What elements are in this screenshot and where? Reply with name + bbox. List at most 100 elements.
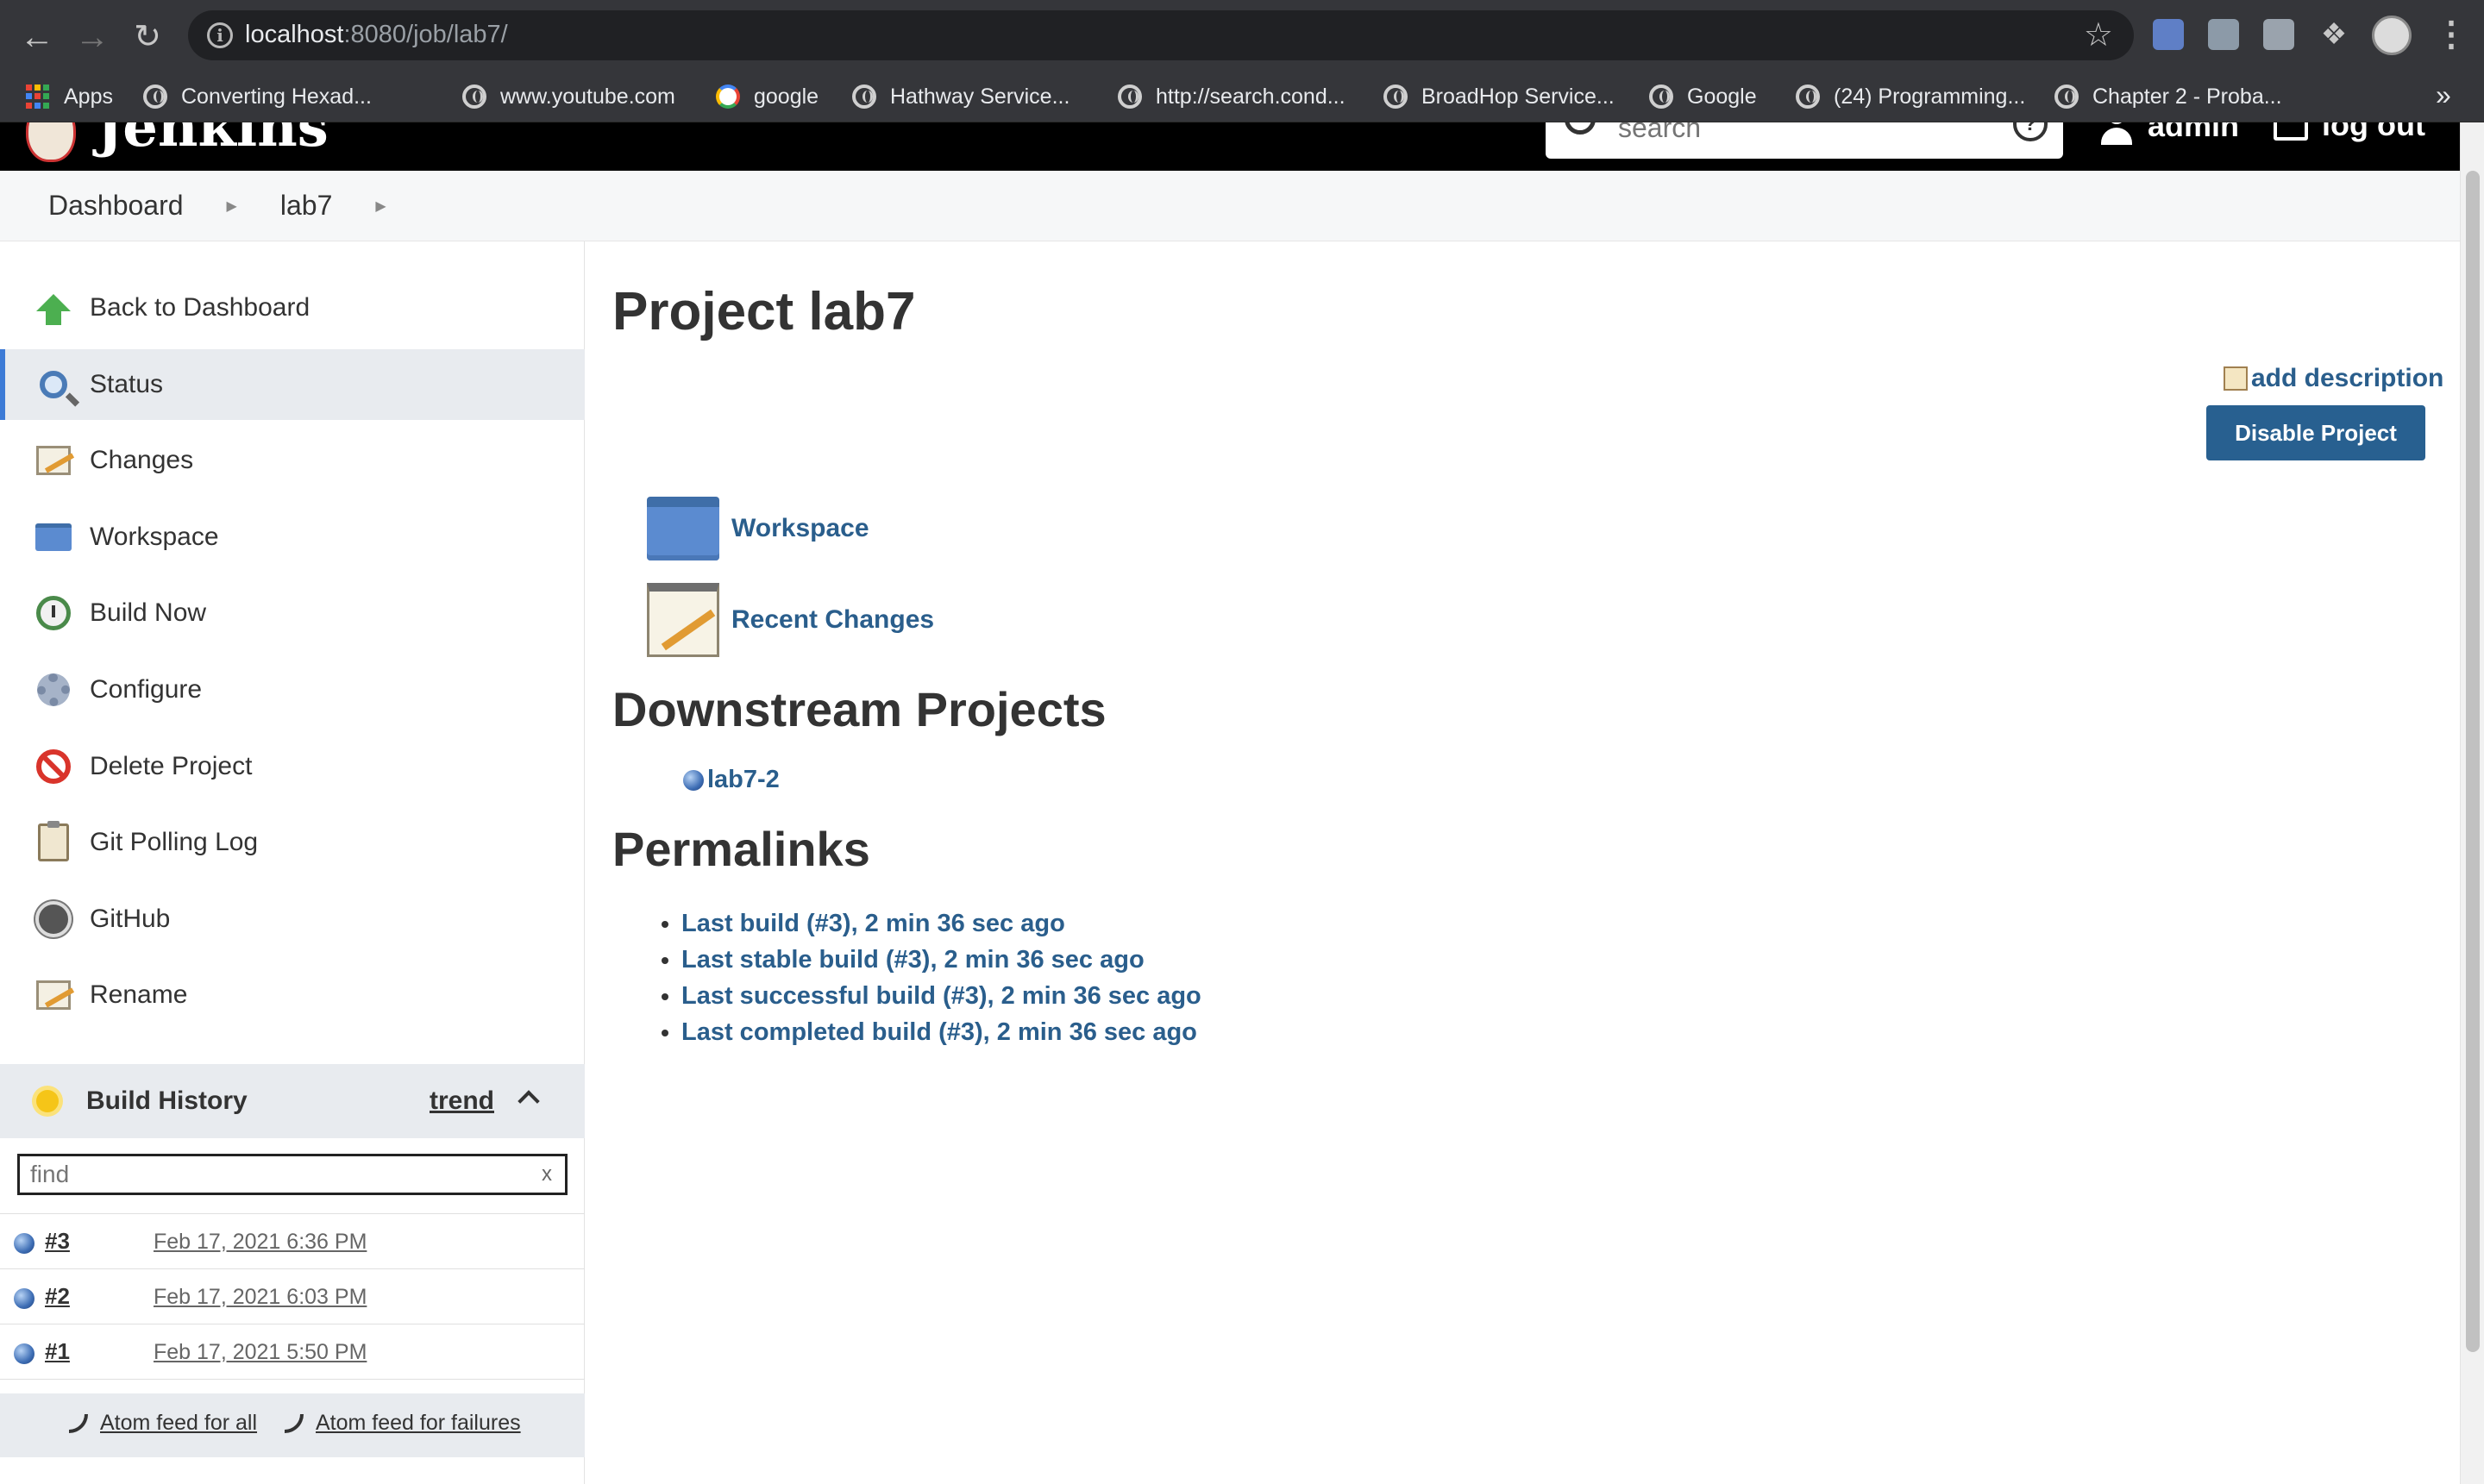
disable-project-button[interactable]: Disable Project xyxy=(2206,405,2425,460)
bookmark-label: Apps xyxy=(64,84,113,109)
breadcrumb-dashboard[interactable]: Dashboard xyxy=(48,190,184,222)
bookmark-item[interactable]: BroadHop Service... xyxy=(1383,81,1615,112)
puzzle-icon[interactable]: ❖ xyxy=(2318,19,2349,50)
sidebar-item-configure[interactable]: Configure xyxy=(0,654,585,725)
magnifier-icon xyxy=(34,366,72,404)
permalink-last-successful-build[interactable]: Last successful build (#3), 2 min 36 sec… xyxy=(681,982,1201,1010)
forbidden-icon xyxy=(34,748,72,786)
atom-feed-failures-label: Atom feed for failures xyxy=(316,1411,521,1435)
back-arrow-icon[interactable]: ← xyxy=(17,17,57,57)
permalink-item: Last build (#3), 2 min 36 sec ago xyxy=(681,905,1201,942)
url-text[interactable]: localhost:8080/job/lab7/ xyxy=(245,21,508,49)
breadcrumb-lab7[interactable]: lab7 xyxy=(280,190,333,222)
atom-feed-all-link[interactable]: Atom feed for all xyxy=(69,1411,257,1436)
bookmark-item[interactable]: Chapter 2 - Proba... xyxy=(2054,81,2282,112)
collapse-caret-icon[interactable] xyxy=(518,1090,540,1112)
user-icon xyxy=(2101,122,2132,145)
recent-changes-link[interactable]: Recent Changes xyxy=(647,583,934,657)
bookmark-item[interactable]: Apps xyxy=(26,81,113,112)
permalink-last-stable-build[interactable]: Last stable build (#3), 2 min 36 sec ago xyxy=(681,946,1145,974)
forward-arrow-icon[interactable]: → xyxy=(72,17,112,57)
sidebar-item-back-to-dashboard[interactable]: Back to Dashboard xyxy=(0,272,585,343)
search-input[interactable] xyxy=(1618,122,1980,145)
scrollbar-thumb[interactable] xyxy=(2466,171,2480,1352)
search-box[interactable]: ? xyxy=(1546,122,2063,159)
globe-icon xyxy=(1796,85,1820,109)
sidebar-item-delete-project[interactable]: Delete Project xyxy=(0,731,585,802)
status-ball-icon xyxy=(683,769,704,791)
atom-feed-all-label: Atom feed for all xyxy=(100,1411,258,1435)
permalink-item: Last completed build (#3), 2 min 36 sec … xyxy=(681,1014,1201,1050)
bookmark-label: www.youtube.com xyxy=(500,84,675,109)
permalink-item: Last stable build (#3), 2 min 36 sec ago xyxy=(681,942,1201,978)
bookmark-item[interactable]: Converting Hexad... xyxy=(143,81,372,112)
trend-link[interactable]: trend xyxy=(430,1086,494,1116)
build-number-link[interactable]: #2 xyxy=(45,1283,70,1310)
more-bookmarks-chevron-icon[interactable]: » xyxy=(2436,79,2451,111)
logout-label: log out xyxy=(2322,122,2425,142)
workspace-link[interactable]: Workspace xyxy=(647,497,869,560)
build-number-link[interactable]: #1 xyxy=(45,1338,70,1365)
build-history-header: Build History trend xyxy=(0,1064,585,1138)
page-title: Project lab7 xyxy=(612,282,916,341)
downstream-project-link[interactable]: lab7-2 xyxy=(683,766,780,794)
extension-icon[interactable] xyxy=(2208,19,2239,50)
bookmark-label: google xyxy=(754,84,819,109)
permalink-last-build[interactable]: Last build (#3), 2 min 36 sec ago xyxy=(681,910,1065,937)
profile-avatar[interactable] xyxy=(2372,16,2412,55)
build-date-link[interactable]: Feb 17, 2021 6:36 PM xyxy=(154,1230,367,1255)
bookmark-item[interactable]: (24) Programming... xyxy=(1796,81,2025,112)
status-ball-icon xyxy=(14,1343,34,1364)
bookmark-item[interactable]: http://search.cond... xyxy=(1118,81,1346,112)
browser-toolbar: ← → ↻ i localhost:8080/job/lab7/ ☆ ❖ ⋮ xyxy=(0,0,2484,71)
build-number-link[interactable]: #3 xyxy=(45,1228,70,1255)
globe-icon xyxy=(1118,85,1142,109)
bookmark-item[interactable]: www.youtube.com xyxy=(462,81,675,112)
build-filter-input[interactable] xyxy=(17,1154,568,1195)
search-icon xyxy=(1565,122,1596,135)
bookmark-item[interactable]: Hathway Service... xyxy=(852,81,1070,112)
logout-icon xyxy=(2274,122,2308,141)
sidebar-item-label: Build Now xyxy=(90,598,207,627)
user-link[interactable]: admin xyxy=(2101,122,2239,145)
site-info-icon[interactable]: i xyxy=(207,22,233,48)
sidebar-item-rename[interactable]: Rename xyxy=(0,960,585,1030)
sidebar-item-github[interactable]: GitHub xyxy=(0,884,585,955)
build-date-link[interactable]: Feb 17, 2021 5:50 PM xyxy=(154,1340,367,1365)
browser-menu-icon[interactable]: ⋮ xyxy=(2434,16,2468,53)
sidebar-item-label: Back to Dashboard xyxy=(90,293,310,322)
page-scrollbar[interactable] xyxy=(2460,122,2484,1484)
translate-extension-icon[interactable] xyxy=(2153,19,2184,50)
add-description-link[interactable]: add description xyxy=(2224,364,2443,393)
sidebar-item-label: Delete Project xyxy=(90,752,253,780)
permalink-last-completed-build[interactable]: Last completed build (#3), 2 min 36 sec … xyxy=(681,1018,1197,1046)
jenkins-logo[interactable] xyxy=(26,122,76,162)
sidebar-item-changes[interactable]: Changes xyxy=(0,425,585,496)
address-bar[interactable]: i localhost:8080/job/lab7/ ☆ xyxy=(188,10,2134,60)
bookmark-star-icon[interactable]: ☆ xyxy=(2084,16,2113,54)
build-date-link[interactable]: Feb 17, 2021 6:03 PM xyxy=(154,1285,367,1310)
jenkins-brand[interactable]: Jenkins xyxy=(97,122,329,160)
atom-feed-failures-link[interactable]: Atom feed for failures xyxy=(285,1411,521,1436)
reload-icon[interactable]: ↻ xyxy=(128,17,167,57)
globe-icon xyxy=(1383,85,1408,109)
bookmark-item[interactable]: Google xyxy=(1649,81,1757,112)
help-icon[interactable]: ? xyxy=(2013,122,2048,141)
breadcrumb: Dashboard ▶ lab7 ▶ xyxy=(0,171,2460,241)
bookmark-label: Hathway Service... xyxy=(890,84,1070,109)
breadcrumb-chevron-icon[interactable]: ▶ xyxy=(375,197,386,215)
sidebar-item-workspace[interactable]: Workspace xyxy=(0,502,585,573)
logout-link[interactable]: log out xyxy=(2274,122,2425,143)
sidebar-item-status[interactable]: Status xyxy=(0,349,585,420)
bookmark-item[interactable]: google xyxy=(716,81,819,112)
downstream-project-label: lab7-2 xyxy=(707,766,780,793)
clear-filter-button[interactable]: x xyxy=(542,1162,552,1187)
globe-icon xyxy=(852,85,876,109)
cast-extension-icon[interactable] xyxy=(2263,19,2294,50)
build-row: #3 Feb 17, 2021 6:36 PM xyxy=(0,1214,585,1269)
side-panel: Back to Dashboard Status Changes Workspace B… xyxy=(0,241,585,1484)
sidebar-item-build-now[interactable]: Build Now xyxy=(0,578,585,648)
permalinks-heading: Permalinks xyxy=(612,822,870,876)
breadcrumb-chevron-icon[interactable]: ▶ xyxy=(227,197,237,215)
sidebar-item-git-polling-log[interactable]: Git Polling Log xyxy=(0,807,585,878)
